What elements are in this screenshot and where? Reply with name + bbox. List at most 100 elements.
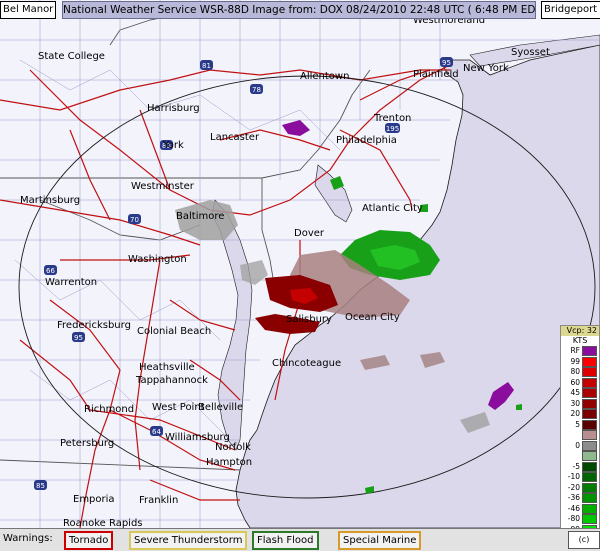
city-label: Atlantic City (362, 203, 423, 214)
radar-frame: 81 78 95 83 70 66 95 64 85 195 State Col… (0, 0, 600, 551)
corner-label-left: Bel Manor (0, 1, 57, 19)
city-label: Dover (294, 228, 325, 239)
legend-row: 45 (561, 388, 599, 399)
city-label: Tappahannock (135, 375, 208, 386)
legend-unit: KTS (572, 336, 588, 345)
legend-vcp: Vcp: 32 (561, 326, 599, 336)
city-label: New York (463, 63, 509, 74)
svg-text:85: 85 (36, 482, 45, 490)
warnings-bar: Warnings: Tornado Severe Thunderstorm Fl… (0, 528, 600, 551)
highway-shield: 195 (385, 123, 400, 133)
legend-swatch (582, 388, 597, 398)
city-label: Allentown (300, 71, 349, 82)
city-label: Harrisburg (147, 103, 200, 114)
city-label: Warrenton (45, 277, 97, 288)
legend-row: 0 (561, 440, 599, 452)
city-label: State College (38, 51, 105, 62)
legend-label: -36 (567, 493, 580, 502)
warning-flash-flood-button[interactable]: Flash Flood (252, 531, 319, 550)
city-label: Westminster (131, 181, 195, 192)
highway-shield: 95 (72, 332, 85, 342)
city-label: Hampton (206, 457, 252, 468)
legend-label: 45 (570, 388, 580, 397)
echo-green-speck-4 (516, 404, 522, 410)
city-label: Norfolk (215, 442, 251, 453)
legend-swatch (582, 419, 597, 430)
svg-text:81: 81 (202, 62, 211, 70)
legend-row: 60 (561, 377, 599, 389)
svg-text:66: 66 (46, 267, 55, 275)
legend-swatch (582, 482, 597, 493)
svg-text:95: 95 (442, 59, 451, 67)
legend-row: RF (561, 346, 599, 357)
city-label: Fredericksburg (57, 320, 131, 331)
svg-text:78: 78 (252, 86, 261, 94)
legend-row (561, 430, 599, 441)
legend-swatch (582, 451, 597, 461)
legend-swatch (582, 356, 597, 367)
legend-swatch (582, 409, 597, 419)
city-label: Emporia (73, 494, 115, 505)
city-label: Syosset (511, 47, 550, 58)
warning-tornado-button[interactable]: Tornado (64, 531, 114, 550)
highway-shield: 78 (250, 84, 263, 94)
legend-swatch (582, 346, 597, 356)
highway-shield: 85 (34, 480, 47, 490)
city-label: Ocean City (345, 312, 400, 323)
warning-special-marine-button[interactable]: Special Marine (338, 531, 422, 550)
legend-row: 99 (561, 356, 599, 368)
velocity-color-legend: Vcp: 32 KTS RF 99 80 60 45 30 20 5 0 -5 -10 -20 -36-… (560, 325, 600, 545)
radar-map: 81 78 95 83 70 66 95 64 85 195 State Col… (0, 0, 600, 528)
legend-label: -20 (567, 482, 580, 492)
legend-swatch (582, 514, 597, 524)
city-label: Belleville (198, 402, 243, 413)
highway-shield: 70 (128, 214, 141, 224)
legend-swatch (582, 440, 597, 451)
legend-row: -46 (561, 503, 599, 515)
warning-severe-thunderstorm-button[interactable]: Severe Thunderstorm (129, 531, 248, 550)
legend-swatch (582, 472, 597, 482)
city-label: Colonial Beach (137, 326, 211, 337)
svg-text:95: 95 (74, 334, 83, 342)
city-label: Chincoteague (272, 358, 341, 369)
city-label: Philadelphia (336, 135, 397, 146)
legend-label: RF (570, 346, 580, 355)
legend-swatch (582, 377, 597, 388)
legend-label: 99 (570, 356, 580, 366)
legend-swatch (582, 398, 597, 409)
city-label: Salisbury (286, 314, 332, 325)
city-label: Richmond (84, 404, 134, 415)
legend-label: 5 (575, 419, 580, 429)
legend-swatch (582, 367, 597, 377)
legend-label: -46 (567, 503, 580, 513)
legend-swatch (582, 503, 597, 514)
legend-label: 30 (570, 398, 580, 408)
corner-label-right: Bridgeport (541, 1, 600, 19)
city-label: York (162, 140, 184, 151)
city-label: Washington (128, 254, 187, 265)
highway-shield: 64 (150, 426, 163, 436)
svg-text:70: 70 (130, 216, 139, 224)
legend-row (561, 451, 599, 462)
warnings-label: Warnings: (3, 533, 53, 544)
city-label: Martinsburg (20, 195, 80, 206)
legend-label: 20 (570, 409, 580, 418)
radar-image-header: National Weather Service WSR-88D Image f… (62, 1, 536, 19)
legend-row: -20 (561, 482, 599, 494)
legend-label: 60 (570, 377, 580, 387)
highway-shield: 66 (44, 265, 57, 275)
highway-shield: 81 (200, 60, 213, 70)
legend-row: -36 (561, 493, 599, 504)
legend-label: 80 (570, 367, 580, 376)
city-label: Lancaster (210, 132, 260, 143)
legend-label: -10 (567, 472, 580, 481)
legend-row: -80 (561, 514, 599, 525)
city-label: West Point (152, 402, 205, 413)
clock-icon: (c) (568, 531, 600, 549)
city-label: Roanoke Rapids (63, 518, 143, 528)
legend-swatch (582, 430, 597, 440)
legend-label: 0 (575, 440, 580, 450)
legend-label: -5 (572, 461, 580, 471)
highway-shield: 95 (440, 57, 453, 67)
city-label: Franklin (139, 495, 178, 506)
